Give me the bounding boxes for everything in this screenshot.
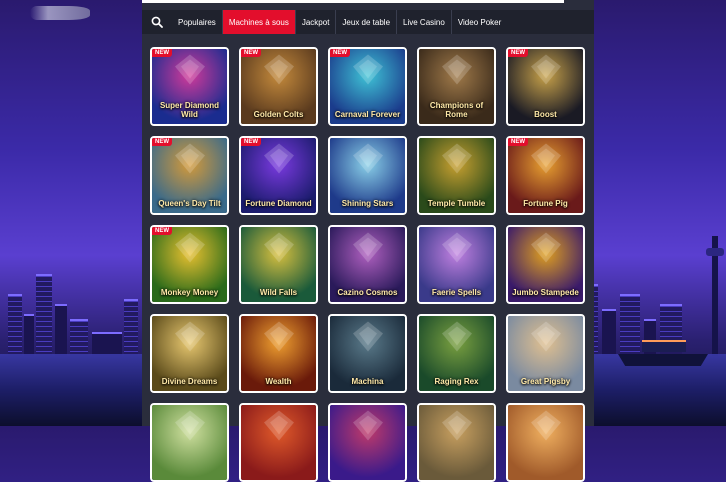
game-art-icon [172,229,208,270]
game-art-icon [261,140,297,181]
game-tile[interactable]: Shining Stars [328,136,407,215]
game-title: Queen's Day Tilt [158,199,221,208]
game-tile[interactable] [239,403,318,482]
header-strip [142,0,564,3]
tab-jackpot[interactable]: Jackpot [296,10,337,34]
game-art-icon [350,407,386,448]
game-art-icon [528,407,564,448]
game-title: Fortune Diamond [245,199,312,208]
new-badge: NEW [152,138,172,146]
game-title: Shining Stars [341,199,394,208]
game-tile[interactable]: Temple Tumble [417,136,496,215]
new-badge: NEW [241,49,261,57]
game-tile[interactable]: Golden Colts NEW [239,47,318,126]
game-tile[interactable]: Super Diamond Wild NEW [150,47,229,126]
game-art-icon [528,140,564,181]
airplane-decoration [30,6,90,20]
game-tile[interactable]: Boost NEW [506,47,585,126]
game-tile[interactable]: Wild Falls [239,225,318,304]
game-tile[interactable]: Carnaval Forever NEW [328,47,407,126]
game-tile[interactable] [506,403,585,482]
game-tile[interactable]: Jumbo Stampede [506,225,585,304]
game-art-icon [261,318,297,359]
game-art-icon [439,318,475,359]
game-art-icon [350,318,386,359]
game-title: Wealth [265,377,292,386]
game-tile[interactable]: Queen's Day Tilt NEW [150,136,229,215]
game-tile[interactable]: Raging Rex [417,314,496,393]
tab-live-casino[interactable]: Live Casino [397,10,452,34]
search-button[interactable] [142,10,172,34]
game-tile[interactable]: Wealth [239,314,318,393]
game-art-icon [439,229,475,270]
city-skyline-left [0,256,150,426]
new-badge: NEW [330,49,350,57]
new-badge: NEW [152,49,172,57]
game-art-icon [439,407,475,448]
game-title: Golden Colts [253,110,304,119]
game-grid: Super Diamond Wild NEW Golden Colts NEW Carn… [150,47,586,482]
game-title: Wild Falls [259,288,298,297]
game-title: Super Diamond Wild [159,101,220,119]
new-badge: NEW [241,138,261,146]
game-title: Boost [534,110,557,119]
search-icon [151,16,163,28]
game-title: Monkey Money [160,288,219,297]
game-tile[interactable]: Great Pigsby [506,314,585,393]
game-art-icon [528,51,564,92]
new-badge: NEW [152,227,172,235]
game-lobby-panel: Populaires Machines à sous Jackpot Jeux … [142,0,594,482]
game-art-icon [172,140,208,181]
game-art-icon [350,140,386,181]
new-badge: NEW [508,49,528,57]
game-title: Temple Tumble [427,199,486,208]
game-tile[interactable]: Champions of Rome [417,47,496,126]
category-nav: Populaires Machines à sous Jackpot Jeux … [142,10,594,34]
game-tile[interactable] [150,403,229,482]
game-title: Carnaval Forever [334,110,401,119]
tab-populaires[interactable]: Populaires [172,10,223,34]
game-tile[interactable]: Fortune Pig NEW [506,136,585,215]
game-art-icon [172,318,208,359]
game-tile[interactable]: Machina [328,314,407,393]
game-art-icon [350,229,386,270]
game-title: Divine Dreams [161,377,218,386]
game-title: Jumbo Stampede [512,288,579,297]
game-art-icon [528,318,564,359]
new-badge: NEW [508,138,528,146]
game-title: Champions of Rome [429,101,484,119]
game-art-icon [172,407,208,448]
game-title: Raging Rex [434,377,479,386]
game-tile[interactable]: Monkey Money NEW [150,225,229,304]
game-art-icon [439,51,475,92]
game-art-icon [261,229,297,270]
game-art-icon [261,51,297,92]
tab-machines-a-sous[interactable]: Machines à sous [222,10,296,34]
game-art-icon [528,229,564,270]
game-art-icon [172,51,208,92]
game-title: Fortune Pig [523,199,568,208]
game-title: Cazino Cosmos [337,288,398,297]
game-art-icon [439,140,475,181]
game-art-icon [350,51,386,92]
tab-jeux-de-table[interactable]: Jeux de table [336,10,398,34]
game-title: Machina [351,377,384,386]
game-tile[interactable] [328,403,407,482]
city-skyline-right [576,236,726,426]
game-art-icon [261,407,297,448]
game-tile[interactable]: Fortune Diamond NEW [239,136,318,215]
game-tile[interactable]: Divine Dreams [150,314,229,393]
game-tile[interactable]: Faerie Spells [417,225,496,304]
game-tile[interactable] [417,403,496,482]
tab-video-poker[interactable]: Video Poker [452,10,507,34]
game-title: Great Pigsby [520,377,571,386]
game-title: Faerie Spells [431,288,482,297]
game-tile[interactable]: Cazino Cosmos [328,225,407,304]
